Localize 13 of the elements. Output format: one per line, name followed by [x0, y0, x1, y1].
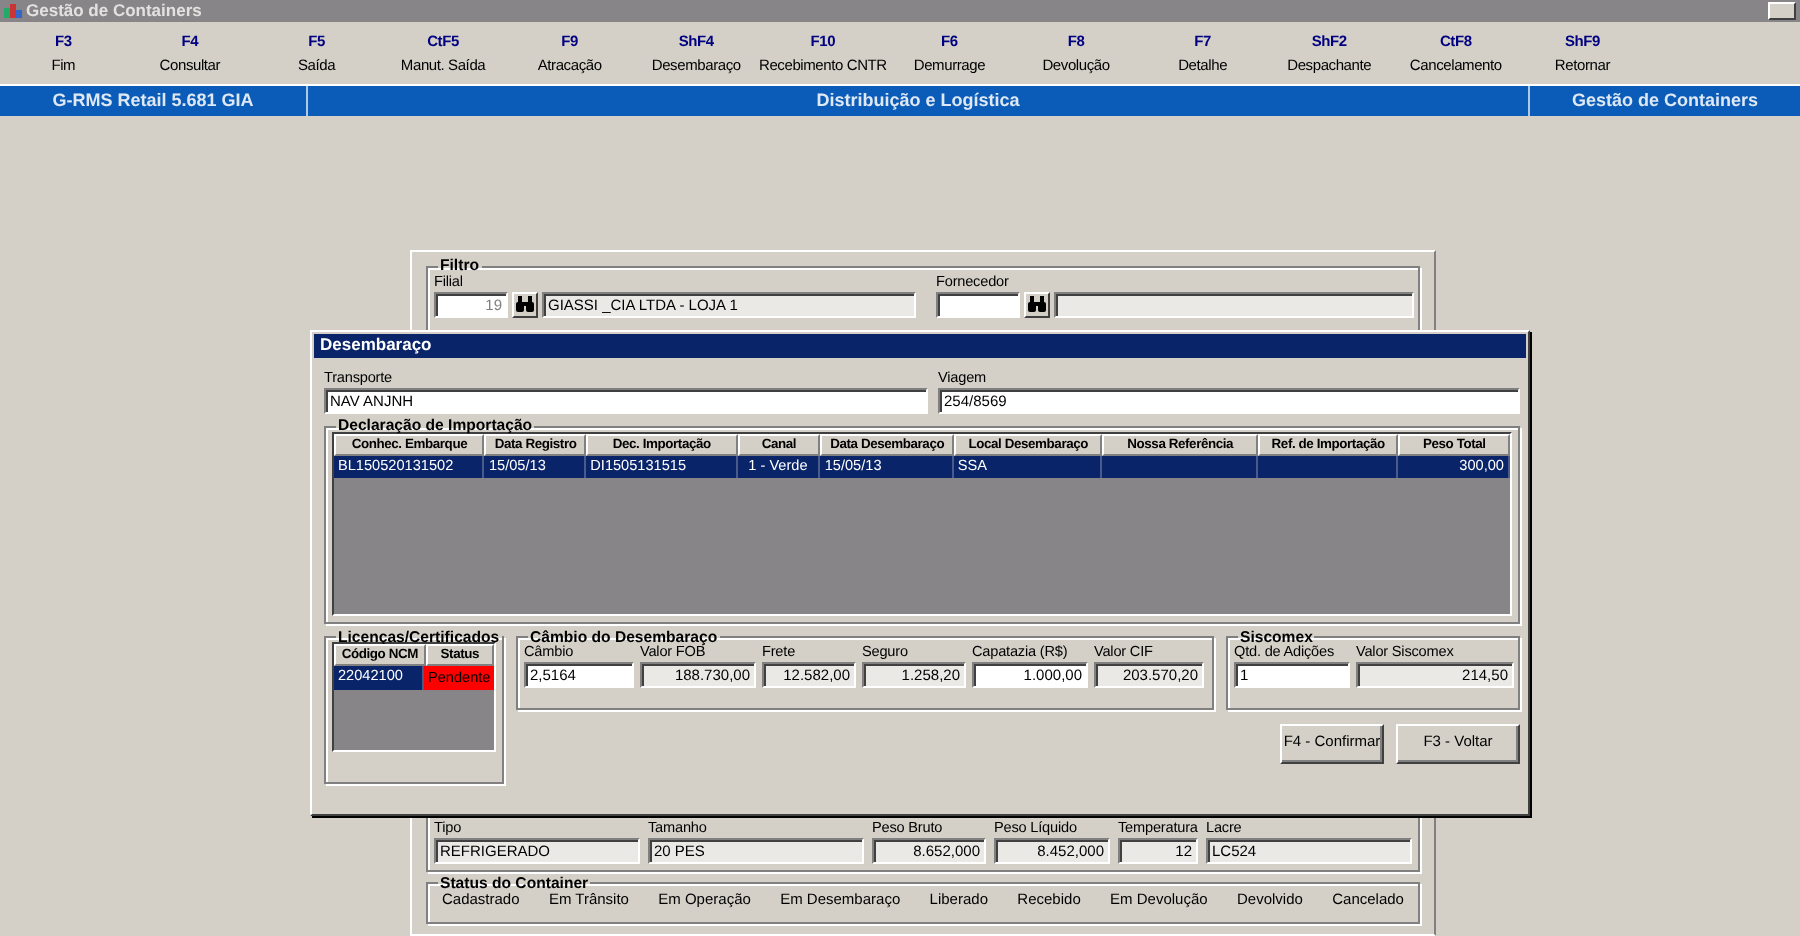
binoculars-icon — [1028, 296, 1046, 313]
module-label: Distribuição e Logística — [308, 86, 1530, 116]
code-field[interactable] — [936, 291, 1020, 318]
window-title: Gestão de Containers — [26, 1, 202, 21]
screen-label: Gestão de Containers — [1569, 88, 1761, 115]
version-label: G-RMS Retail 5.681 GIA — [0, 86, 308, 116]
search-button[interactable] — [512, 291, 538, 318]
name-field[interactable] — [1054, 291, 1414, 318]
dialog-title: Desembaraço — [314, 334, 1526, 358]
search-button[interactable] — [1024, 291, 1050, 318]
app-icon — [4, 4, 22, 18]
minimize-button[interactable] — [1768, 2, 1796, 20]
binoculars-icon — [516, 296, 534, 313]
